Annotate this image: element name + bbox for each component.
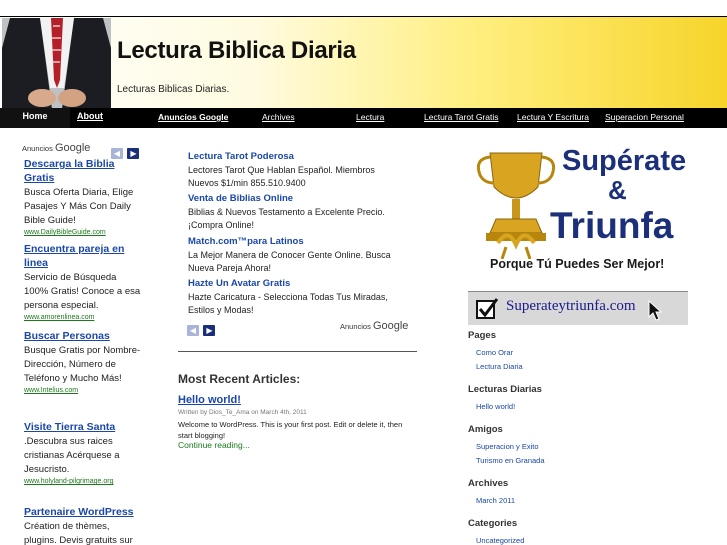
post-meta: Written by Dios_Te_Ama on March 4th, 201…: [178, 409, 307, 416]
left-ad-item[interactable]: Visite Tierra Santa .Descubra sus raices…: [24, 420, 142, 487]
nav-ad-link[interactable]: Lectura Y Escritura: [517, 112, 589, 122]
nav-ad-link[interactable]: Archives: [262, 112, 295, 122]
ads-label-prefix: Anuncios: [22, 144, 53, 153]
center-ad-item[interactable]: Hazte Un Avatar Gratis Hazte Caricatura …: [188, 277, 403, 317]
center-ad-item[interactable]: Match.com™para Latinos La Mejor Manera d…: [188, 235, 403, 275]
divider: [178, 351, 417, 352]
ad-title[interactable]: Match.com™para Latinos: [188, 235, 403, 248]
ads-label-prefix: Anuncios: [340, 322, 371, 331]
ad-title[interactable]: Encuentra pareja en linea: [24, 242, 142, 270]
ad-url[interactable]: www.DailyBibleGuide.com: [24, 228, 142, 238]
ad-title[interactable]: Visite Tierra Santa: [24, 420, 142, 434]
ad-title[interactable]: Lectura Tarot Poderosa: [188, 150, 403, 163]
nav-about-link[interactable]: About: [70, 108, 110, 128]
chevron-left-icon[interactable]: ◀: [187, 325, 199, 336]
nav-ads-google-label[interactable]: Anuncios Google: [158, 112, 228, 122]
nav-ad-links-bar: Anuncios Google Archives Lectura Lectura…: [110, 108, 727, 128]
nav-ad-link[interactable]: Superacion Personal: [605, 112, 684, 122]
widget-heading-pages: Pages: [468, 330, 496, 341]
nav-home-link[interactable]: Home: [0, 108, 70, 128]
ad-url[interactable]: www.Intelius.com: [24, 386, 142, 396]
trophy-icon: [476, 152, 556, 259]
sidebar-link[interactable]: Turismo en Granada: [476, 456, 545, 465]
ad-title[interactable]: Buscar Personas: [24, 329, 142, 343]
ads-label-brand: Google: [372, 320, 409, 332]
center-ad-item[interactable]: Lectura Tarot Poderosa Lectores Tarot Qu…: [188, 150, 403, 190]
banner-tagline: Porque Tú Puedes Ser Mejor!: [490, 257, 665, 271]
site-description: Lecturas Biblicas Diarias.: [117, 84, 230, 95]
mouse-cursor-icon: [648, 300, 662, 321]
ads-google-label[interactable]: Anuncios Google: [340, 320, 408, 332]
center-ad-item[interactable]: Venta de Biblias Online Biblias & Nuevos…: [188, 192, 403, 232]
banner-headline-1: Supérate: [562, 145, 687, 177]
ad-description: Création de thèmes, plugins. Devis gratu…: [24, 521, 133, 545]
ad-description: .Descubra sus raices cristianas Acérques…: [24, 436, 120, 475]
superate-triunfa-banner[interactable]: Supérate & Triunfa Porque Tú Puedes Ser …: [468, 143, 688, 325]
left-ad-item[interactable]: Encuentra pareja en linea Servicio de Bú…: [24, 242, 142, 323]
ads-google-label[interactable]: Anuncios Google: [22, 142, 90, 154]
ad-title[interactable]: Partenaire WordPress: [24, 505, 142, 519]
recent-articles-heading: Most Recent Articles:: [178, 372, 301, 386]
widget-heading-categories: Categories: [468, 518, 518, 529]
ad-title[interactable]: Venta de Biblias Online: [188, 192, 403, 205]
post-title-link[interactable]: Hello world!: [178, 394, 241, 406]
left-ad-item[interactable]: Partenaire WordPress Création de thèmes,…: [24, 505, 142, 545]
left-ad-item[interactable]: Descarga la Biblia Gratis Busca Oferta D…: [24, 157, 142, 238]
ad-url[interactable]: www.amorenlinea.com: [24, 313, 142, 323]
continue-reading-link[interactable]: Continue reading...: [178, 440, 250, 450]
banner-headline-2: Triunfa: [550, 205, 674, 246]
sidebar-link[interactable]: Superacion y Exito: [476, 442, 539, 451]
sidebar-link[interactable]: Como Orar: [476, 348, 513, 357]
ad-description: Biblias & Nuevos Testamento a Excelente …: [188, 207, 385, 230]
main-navigation: Home About Anuncios Google Archives Lect…: [0, 108, 727, 128]
ad-description: Busca Oferta Diaria, Elige Pasajes Y Más…: [24, 187, 134, 226]
header-businessman-photo: [2, 18, 111, 109]
banner-ampersand: &: [608, 175, 627, 205]
site-title[interactable]: Lectura Biblica Diaria: [117, 37, 356, 65]
top-strip: [0, 0, 727, 16]
ad-description: Hazte Caricatura - Selecciona Todas Tus …: [188, 292, 388, 315]
widget-heading-lecturas: Lecturas Diarias: [468, 384, 542, 395]
ad-description: Lectores Tarot Que Hablan Español. Miemb…: [188, 165, 375, 188]
widget-heading-amigos: Amigos: [468, 424, 503, 435]
widget-heading-archives: Archives: [468, 478, 509, 489]
banner-url-bar: Superateytriunfa.com: [468, 291, 688, 325]
chevron-right-icon[interactable]: ▶: [203, 325, 216, 336]
nav-ad-link[interactable]: Lectura Tarot Gratis: [424, 112, 499, 122]
ad-pager: ◀ ▶: [187, 320, 216, 338]
sidebar-link[interactable]: Lectura Diaria: [476, 362, 523, 371]
ads-label-brand: Google: [54, 142, 91, 154]
nav-ad-link[interactable]: Lectura: [356, 112, 384, 122]
ad-title[interactable]: Hazte Un Avatar Gratis: [188, 277, 403, 290]
ad-url[interactable]: www.holyland-pilgrimage.org: [24, 477, 142, 487]
sidebar-link[interactable]: Hello world!: [476, 402, 515, 411]
ad-title[interactable]: Descarga la Biblia Gratis: [24, 157, 142, 185]
left-ad-column: Anuncios Google ◀ ▶ Descarga la Biblia G…: [0, 128, 165, 545]
ad-description: La Mejor Manera de Conocer Gente Online.…: [188, 250, 391, 273]
sidebar-link[interactable]: March 2011: [476, 496, 515, 505]
site-header: Lectura Biblica Diaria Lecturas Biblicas…: [0, 16, 727, 109]
sidebar-link[interactable]: Uncategorized: [476, 536, 524, 545]
ad-description: Busque Gratis por Nombre-Dirección, Núme…: [24, 345, 141, 384]
ad-description: Servicio de Búsqueda 100% Gratis! Conoce…: [24, 272, 141, 311]
post-excerpt: Welcome to WordPress. This is your first…: [178, 420, 403, 440]
banner-url: Superateytriunfa.com: [506, 298, 636, 314]
checkbox-checked-icon: [476, 298, 498, 319]
left-ad-item[interactable]: Buscar Personas Busque Gratis por Nombre…: [24, 329, 142, 396]
